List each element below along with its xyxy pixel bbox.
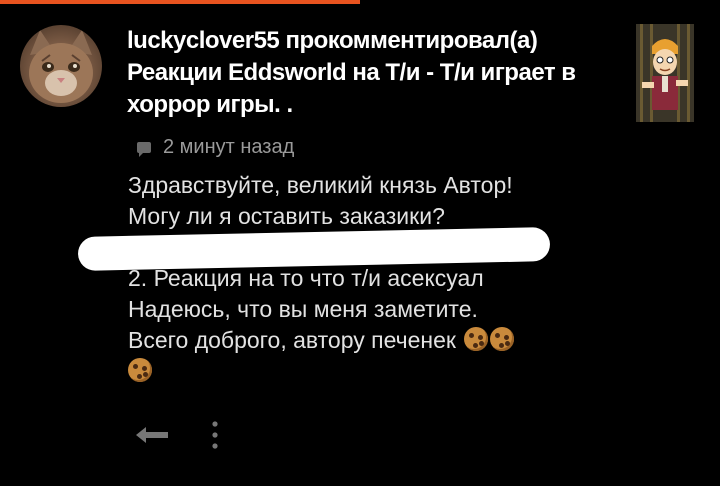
cookie-emoji-icon	[490, 327, 515, 351]
time-ago: 2 минут назад	[163, 136, 295, 158]
cartoon-character-thumbnail-icon	[636, 24, 694, 122]
comment-icon	[137, 142, 151, 157]
comment-line-last: Всего доброго, автору печенек	[128, 325, 688, 356]
comment-body: Здравствуйте, великий князь Автор! Могу …	[128, 170, 688, 387]
comment-line: Здравствуйте, великий князь Автор!	[128, 172, 513, 198]
cookie-emoji-icon	[128, 358, 152, 382]
reply-icon[interactable]	[134, 423, 170, 447]
comment-line-text: Всего доброго, автору печенек	[128, 327, 456, 353]
story-title[interactable]: Реакции Eddsworld на Т/и - Т/и играет в …	[127, 59, 576, 118]
comment-meta: 2 минут назад	[137, 136, 294, 159]
comment-actions	[134, 420, 220, 450]
story-thumbnail[interactable]	[636, 24, 694, 122]
notification-action: прокомментировал(а)	[285, 27, 538, 54]
comment-line: Могу ли я оставить заказики?	[128, 203, 445, 229]
comment-line-emoji	[128, 356, 688, 387]
notification-header[interactable]: luckyclover55 прокомментировал(а) Реакци…	[127, 25, 617, 121]
author-name[interactable]: luckyclover55	[127, 27, 280, 54]
cookie-emoji-icon	[464, 327, 489, 351]
cat-avatar-icon	[29, 30, 93, 103]
user-avatar[interactable]	[20, 25, 102, 107]
more-vertical-icon[interactable]	[210, 420, 220, 450]
progress-accent-bar	[0, 0, 360, 4]
comment-line: Надеюсь, что вы меня заметите.	[128, 296, 478, 322]
